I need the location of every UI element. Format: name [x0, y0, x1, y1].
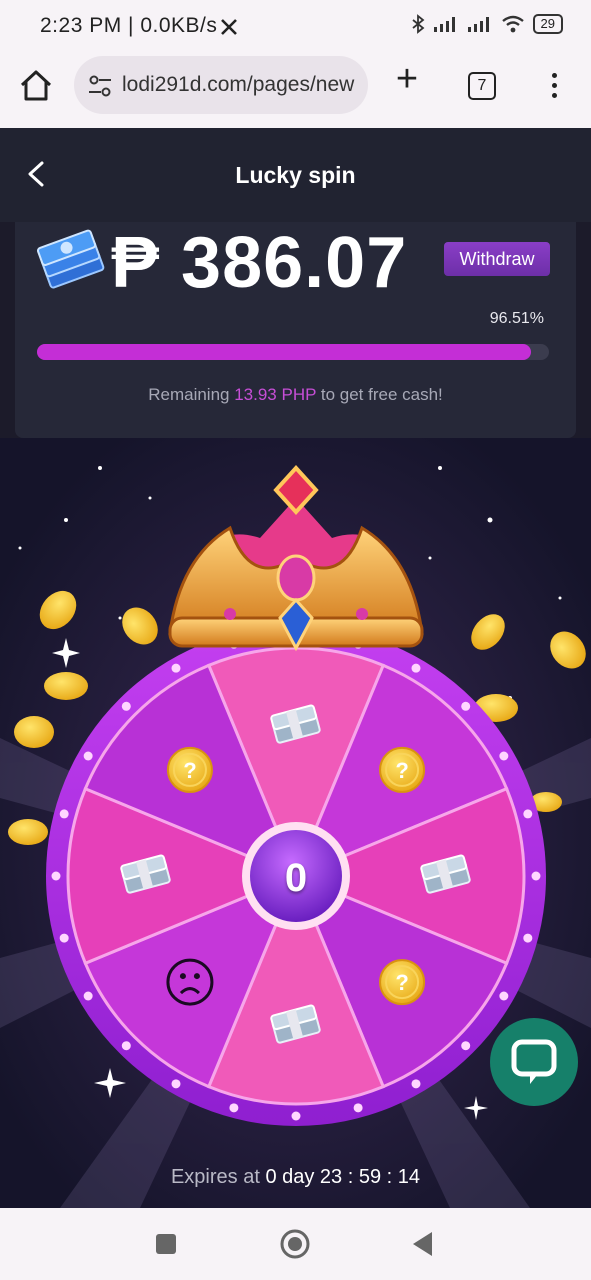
rim-light	[83, 751, 93, 761]
lucky-wheel-area: ??? 0 Expires at 0 day 23 : 59 : 14	[0, 438, 591, 1208]
wifi-icon	[501, 15, 524, 33]
remaining-suffix: to get free cash!	[316, 385, 443, 404]
browser-toolbar: lodi291d.com/pages/new + 7	[0, 56, 591, 128]
remaining-amount: 13.93 PHP	[234, 385, 317, 404]
rim-light	[411, 663, 421, 673]
recent-apps-button[interactable]	[156, 1234, 176, 1254]
expires-prefix: Expires at	[170, 1166, 266, 1188]
signal-icon-2	[467, 17, 489, 32]
progress-bar-fill	[37, 344, 532, 360]
balance-card: ₱ 386.07 Withdraw 96.51% Remaining 13.93…	[15, 222, 576, 438]
chat-support-button[interactable]	[490, 1018, 578, 1106]
svg-text:?: ?	[395, 758, 408, 783]
remaining-prefix: Remaining	[148, 385, 235, 404]
money-stack-icon	[37, 229, 105, 289]
rim-light	[499, 751, 509, 761]
progress-bar	[37, 344, 549, 360]
nav-back-button[interactable]	[410, 1230, 436, 1258]
rim-light	[411, 1079, 421, 1089]
site-settings-icon[interactable]	[86, 72, 114, 100]
rim-light	[523, 933, 533, 943]
battery-indicator: 29	[532, 14, 563, 34]
rim-light	[499, 991, 509, 1001]
rim-light	[461, 1041, 471, 1051]
bluetooth-icon	[411, 14, 424, 34]
rim-light	[523, 809, 533, 819]
system-nav-bar	[0, 1208, 591, 1280]
rim-light	[461, 701, 471, 711]
coin-question-icon: ?	[379, 746, 426, 793]
expires-countdown: 0 day 23 : 59 : 14	[265, 1166, 421, 1188]
spin-count[interactable]: 0	[255, 856, 337, 901]
coin-question-icon: ?	[379, 959, 426, 1006]
coin-question-icon: ?	[166, 746, 213, 793]
rim-light	[121, 1041, 131, 1051]
page-title: Lucky spin	[235, 162, 356, 188]
rim-light	[531, 871, 541, 881]
status-time: 2:23 PM | 0.0KB/s	[40, 14, 218, 37]
rim-light	[291, 1111, 301, 1121]
browser-menu-button[interactable]	[546, 70, 562, 102]
rim-light	[171, 663, 181, 673]
progress-percent: 96.51%	[489, 310, 544, 327]
rim-light	[59, 809, 69, 819]
rim-light	[171, 1079, 181, 1089]
rim-light	[121, 701, 131, 711]
balance-amount: ₱ 386.07	[111, 223, 408, 303]
remaining-text: Remaining 13.93 PHP to get free cash!	[15, 385, 576, 405]
home-icon[interactable]	[18, 68, 54, 104]
url-bar[interactable]: lodi291d.com/pages/new	[74, 56, 368, 114]
tab-switcher-button[interactable]: 7	[468, 72, 496, 100]
new-tab-button[interactable]: +	[392, 60, 422, 98]
signal-icon	[433, 17, 455, 32]
rim-light	[83, 991, 93, 1001]
svg-text:?: ?	[183, 758, 196, 783]
x-logo-icon	[221, 19, 237, 35]
expires-text: Expires at 0 day 23 : 59 : 14	[0, 1166, 591, 1189]
rim-light	[59, 933, 69, 943]
svg-text:?: ?	[395, 970, 408, 995]
status-icons: 29	[411, 14, 563, 34]
app-header: Lucky spin	[0, 128, 591, 222]
status-bar: 2:23 PM | 0.0KB/s 29	[0, 0, 591, 56]
rim-light	[353, 1103, 363, 1113]
rim-light	[229, 1103, 239, 1113]
url-text: lodi291d.com/pages/new	[122, 73, 355, 96]
rim-light	[51, 871, 61, 881]
withdraw-button[interactable]: Withdraw	[444, 242, 550, 276]
nav-home-button[interactable]	[279, 1228, 311, 1260]
